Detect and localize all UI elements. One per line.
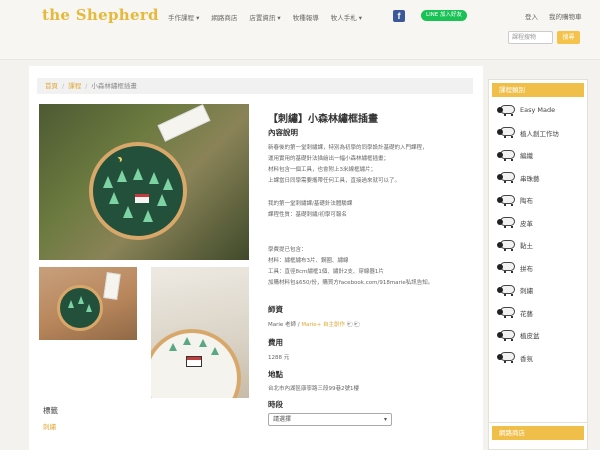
tags-label: 標籤 (43, 406, 58, 415)
sheep-icon (497, 217, 515, 228)
line-add-friend-button[interactable]: LINE 加入好友 (421, 10, 468, 21)
cart-link[interactable]: 我的購物車 (549, 11, 582, 21)
nav-store-info[interactable]: 店置資訊 ▾ (249, 12, 280, 22)
breadcrumb-courses[interactable]: 課程 (68, 82, 81, 90)
teacher-line: Marie 老師 / Marie+ 自主創作 🐑🐑 (268, 322, 361, 328)
chevron-down-icon: ▾ (383, 416, 387, 423)
sidebar-category-label: 香氛 (520, 354, 533, 363)
intro-line: 上課當日同學需要攜帶任何工具，直接過來就可以了。 (268, 178, 401, 184)
sheep-icon (497, 262, 515, 273)
nav-reports[interactable]: 牧種報導 (293, 12, 319, 22)
sheep-icon (497, 352, 515, 363)
intro-line: 新春後的第一堂刺繡課，特別為初學的同學設計基礎的入門課程， (268, 145, 428, 151)
materials-line: 加購材料包$650/份，購買方facebook.com/918marie私訊告知… (268, 280, 434, 286)
shop-heading: 網路商店 (492, 426, 584, 440)
materials-line: 材料：繡框繡布3片、鋼圈、繡線 (268, 258, 349, 264)
product-thumb-1[interactable] (39, 267, 137, 340)
location-value: 台北市內湖區康寧路三段99巷2號1樓 (268, 386, 359, 392)
breadcrumb-home[interactable]: 首頁 (45, 82, 58, 90)
sidebar-category-label: 陶布 (520, 197, 533, 205)
fee-value: 1288 元 (268, 355, 290, 361)
site-logo[interactable]: the Shepherd (42, 6, 159, 24)
sidebar-category-item[interactable]: 刺繡 (497, 281, 533, 299)
tag-link[interactable]: 刺繡 (43, 421, 56, 431)
sheep-icon (497, 104, 515, 116)
sheep-icon (497, 149, 515, 161)
sidebar-category-label: 拼布 (520, 264, 533, 273)
embroidery-hoop (57, 285, 103, 331)
sidebar-category-label: 刺繡 (520, 287, 533, 295)
session-select[interactable]: 請選擇 ▾ (268, 413, 392, 426)
intro-heading: 內容說明 (268, 128, 298, 137)
sidebar-category-item[interactable]: 陶布 (497, 191, 533, 209)
sidebar-category-item[interactable]: 編織 (497, 146, 533, 164)
product-thumb-2[interactable] (151, 267, 249, 398)
nav-shop[interactable]: 網路商店 (211, 12, 237, 22)
teacher-name: Marie 老師 (268, 322, 297, 328)
sidebar-category-item[interactable]: 串珠藝 (497, 169, 540, 187)
shop-sidebar: 網路商店 (488, 422, 588, 450)
teacher-heading: 師資 (268, 305, 283, 314)
note-line: 課程性質：基礎刺繡/初學可報名 (268, 212, 347, 218)
embroidery-hoop (151, 329, 241, 398)
sidebar-category-label: 黏土 (520, 242, 533, 250)
embroidery-hoop (89, 142, 187, 240)
house-tag (103, 272, 121, 300)
intro-line: 運用實用的基礎針法描繪出一幅小森林繡框插畫； (268, 156, 390, 162)
nav-courses[interactable]: 手作課程 ▾ (168, 12, 199, 22)
sidebar-category-item[interactable]: 植人創工作坊 (497, 124, 559, 142)
breadcrumb-current: 小森林繡框插畫 (91, 82, 137, 90)
breadcrumb: 首頁 / 課程 / 小森林繡框插畫 (37, 78, 473, 94)
sheep-icon (497, 239, 515, 251)
search-button[interactable]: 搜尋 (557, 31, 580, 44)
search-input[interactable] (508, 31, 553, 44)
note-line: 我的第一堂刺繡課/基礎針法體驗課 (268, 201, 353, 207)
sidebar-category-label: 串珠藝 (520, 174, 540, 183)
location-heading: 地點 (268, 370, 283, 379)
sidebar-category-label: Easy Made (520, 106, 556, 114)
main-nav: 手作課程 ▾ 網路商店 店置資訊 ▾ 牧種報導 牧人手札 ▾ (168, 12, 362, 22)
sidebar-category-item[interactable]: 香氛 (497, 349, 533, 367)
fee-heading: 費用 (268, 338, 283, 347)
sidebar-category-label: 花藝 (520, 309, 533, 318)
teacher-studio-link[interactable]: Marie+ 自主創作 🐑🐑 (301, 322, 360, 328)
sidebar-category-item[interactable]: 皮革 (497, 214, 533, 232)
site-header: the Shepherd 手作課程 ▾ 網路商店 店置資訊 ▾ 牧種報導 牧人手… (0, 0, 600, 60)
login-link[interactable]: 登入 (525, 11, 538, 21)
sidebar-category-item[interactable]: 植皮盆 (497, 326, 540, 344)
nav-notes[interactable]: 牧人手札 ▾ (331, 12, 362, 22)
sheep-icon (497, 127, 515, 138)
intro-line: 材料包含一個工具，也會附上3米線框繡片； (268, 167, 377, 173)
sheep-icon (497, 194, 515, 206)
category-heading: 課程類別 (492, 83, 584, 97)
sidebar-category-label: 植人創工作坊 (520, 129, 559, 138)
sheep-icon (497, 307, 515, 318)
sidebar-category-item[interactable]: 花藝 (497, 304, 533, 322)
materials-line: 學費提已包含： (268, 247, 307, 253)
session-select-value: 請選擇 (273, 416, 292, 423)
sidebar-category-item[interactable]: Easy Made (497, 101, 555, 119)
gift-tag (157, 104, 211, 142)
sidebar-category-label: 皮革 (520, 219, 533, 228)
product-title: 【刺繡】小森林繡框插畫 (268, 114, 378, 125)
facebook-icon[interactable]: f (393, 10, 405, 22)
materials-line: 工具：直徑8cm繡框1個、繡針2支、穿線器1片 (268, 269, 384, 275)
sidebar-category-label: 編織 (520, 152, 533, 160)
sheep-icon (497, 329, 515, 341)
sheep-icon (497, 284, 515, 296)
product-main-photo[interactable] (39, 104, 249, 260)
session-heading: 時段 (268, 400, 283, 409)
sidebar-category-item[interactable]: 拼布 (497, 259, 533, 277)
sidebar-category-label: 植皮盆 (520, 332, 540, 340)
sidebar-category-item[interactable]: 黏土 (497, 236, 533, 254)
sheep-icon (497, 172, 515, 183)
